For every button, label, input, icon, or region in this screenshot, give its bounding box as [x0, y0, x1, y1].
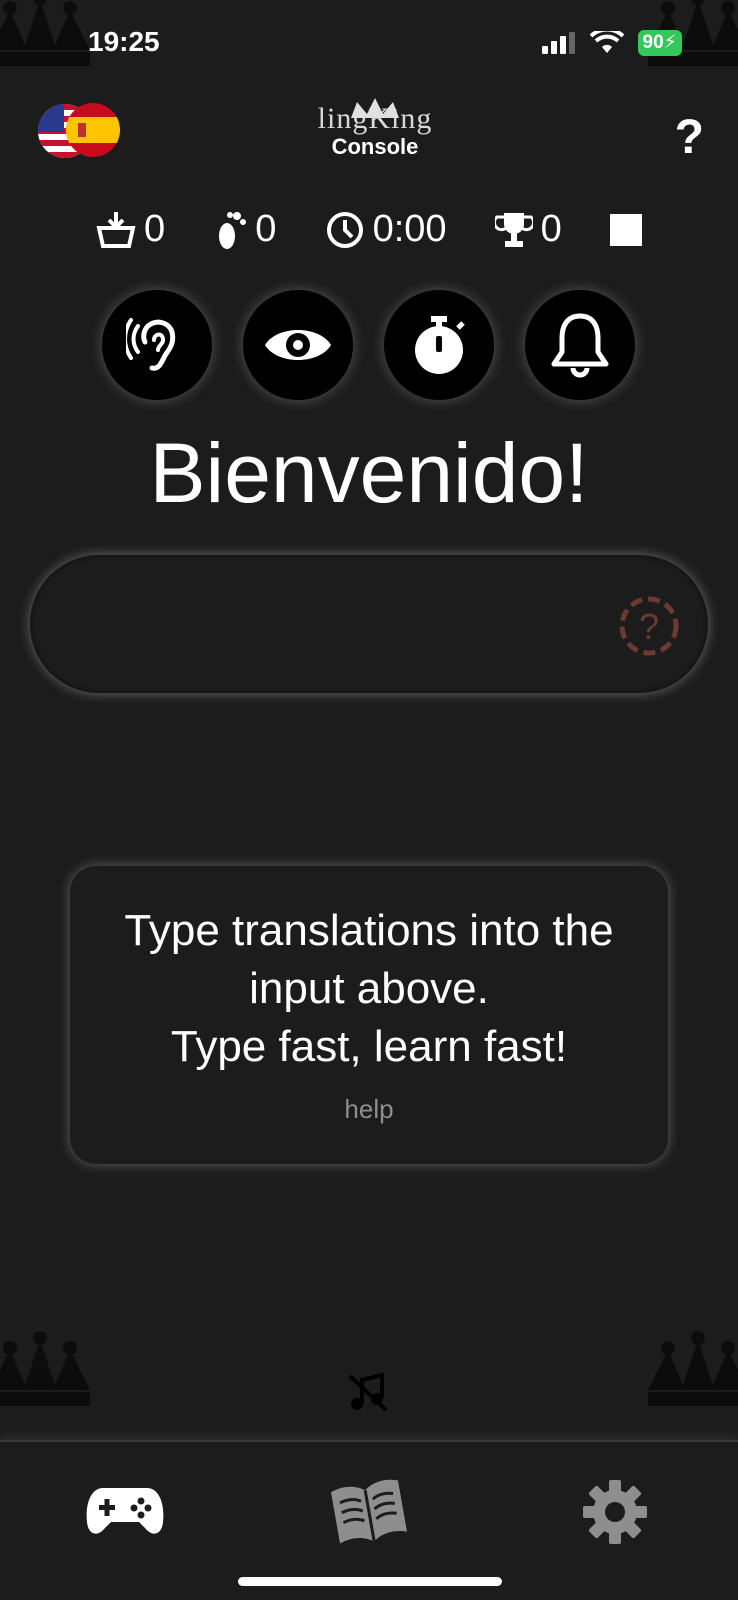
- status-time: 19:25: [88, 26, 160, 57]
- crown-ornament-icon: [648, 1331, 738, 1406]
- svg-text:?: ?: [639, 606, 659, 647]
- eye-icon: [265, 330, 331, 360]
- music-off-icon: [348, 1372, 388, 1412]
- words-count: 0: [144, 208, 166, 250]
- status-icons: 90⚡: [541, 30, 682, 56]
- hint-button[interactable]: ?: [618, 595, 680, 657]
- mode-buttons: [102, 290, 635, 400]
- crown-ornament-icon: [0, 0, 90, 66]
- gamepad-icon: [86, 1488, 164, 1534]
- bottom-tab-bar: [0, 1440, 738, 1600]
- stop-button[interactable]: [609, 213, 642, 246]
- tab-library[interactable]: [324, 1472, 414, 1552]
- stopwatch-icon: [415, 316, 465, 374]
- welcome-heading: Bienvenido!: [149, 426, 589, 520]
- view-mode-button[interactable]: [243, 290, 353, 400]
- instructions-text: Type translations into the input above. …: [124, 906, 614, 1071]
- gear-icon: [583, 1480, 647, 1544]
- charging-bolt-icon: ⚡: [663, 32, 677, 53]
- spain-flag-icon: [66, 103, 120, 157]
- stats-bar: 0 0 0:00 0: [96, 208, 642, 251]
- steps-count: 0: [255, 208, 277, 250]
- words-stat: 0: [96, 208, 165, 251]
- crown-logo-icon: [351, 98, 399, 118]
- music-mute-button[interactable]: [346, 1370, 390, 1414]
- question-circle-icon: ?: [619, 596, 679, 656]
- ear-icon: [126, 318, 176, 371]
- language-flags-button[interactable]: [38, 103, 122, 159]
- cellular-signal-icon: [541, 32, 575, 54]
- tab-game[interactable]: [80, 1472, 170, 1552]
- battery-indicator: 90⚡: [637, 30, 682, 56]
- help-link[interactable]: help: [344, 1094, 393, 1125]
- help-button[interactable]: ?: [675, 110, 704, 165]
- answer-input-container: ?: [30, 555, 708, 693]
- trophy-stat: 0: [494, 208, 562, 251]
- crown-ornament-icon: [0, 1331, 90, 1406]
- logo-subtitle: Console: [331, 134, 419, 159]
- notifications-button[interactable]: [525, 290, 635, 400]
- bell-icon: [551, 313, 609, 378]
- tab-settings[interactable]: [570, 1472, 660, 1552]
- timer-mode-button[interactable]: [384, 290, 494, 400]
- answer-input[interactable]: [70, 585, 630, 663]
- open-book-icon: [331, 1479, 407, 1544]
- home-indicator: [238, 1577, 502, 1586]
- trophy-icon: [494, 212, 533, 247]
- footprint-icon: [219, 211, 247, 249]
- trophy-count: 0: [540, 208, 562, 250]
- elapsed-time: 0:00: [372, 208, 447, 250]
- steps-stat: 0: [213, 208, 276, 251]
- instructions-card: Type translations into the input above. …: [70, 866, 668, 1164]
- time-stat: 0:00: [325, 208, 447, 251]
- clock-icon: [326, 211, 363, 248]
- basket-download-icon: [96, 211, 136, 248]
- app-logo: lingKing Console: [290, 98, 460, 160]
- wifi-icon: [589, 31, 624, 53]
- battery-level: 90: [642, 32, 664, 53]
- crown-ornament-icon: [648, 0, 738, 66]
- listen-mode-button[interactable]: [102, 290, 212, 400]
